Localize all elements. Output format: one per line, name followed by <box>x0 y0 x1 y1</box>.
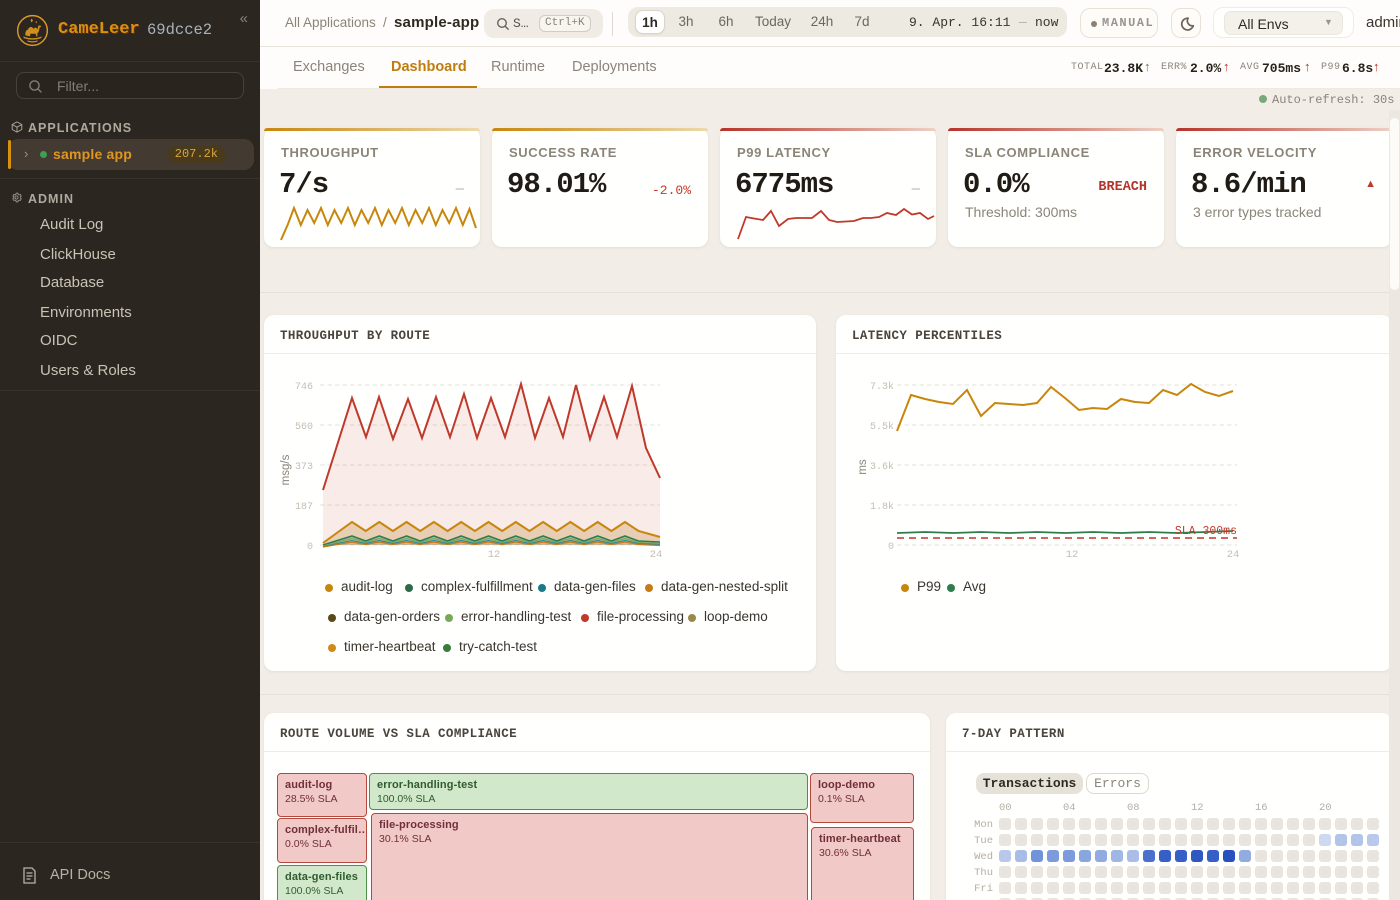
svg-text:560: 560 <box>295 422 313 433</box>
svg-text:7.3k: 7.3k <box>870 381 894 393</box>
svg-text:3.6k: 3.6k <box>870 461 894 473</box>
svg-text:ms: ms <box>857 459 869 475</box>
svg-text:0: 0 <box>888 542 894 553</box>
svg-text:msg/s: msg/s <box>280 454 292 485</box>
svg-text:24: 24 <box>1227 549 1240 561</box>
svg-text:0: 0 <box>307 542 313 553</box>
svg-text:12: 12 <box>488 549 501 561</box>
svg-text:SLA 300ms: SLA 300ms <box>1175 525 1237 538</box>
svg-text:373: 373 <box>295 462 313 473</box>
svg-text:187: 187 <box>295 502 313 513</box>
svg-text:12: 12 <box>1066 549 1079 561</box>
svg-text:1.8k: 1.8k <box>870 501 894 513</box>
svg-text:5.5k: 5.5k <box>870 421 894 433</box>
svg-text:746: 746 <box>295 382 313 393</box>
svg-text:24: 24 <box>650 549 663 561</box>
